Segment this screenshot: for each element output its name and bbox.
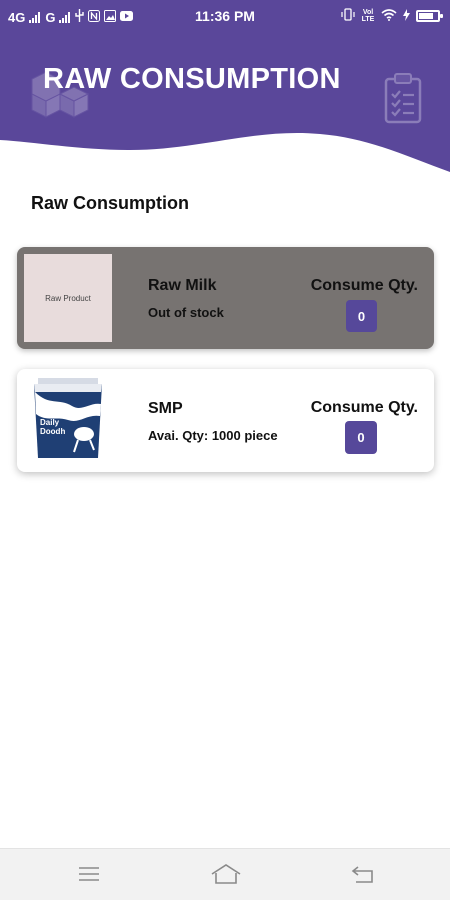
pack-brand-text: Daily Doodh xyxy=(40,418,66,436)
consume-qty-input[interactable]: 0 xyxy=(345,421,377,454)
clipboard-list-icon[interactable] xyxy=(383,72,423,129)
consume-qty-label: Consume Qty. xyxy=(310,399,418,416)
page-title: RAW CONSUMPTION xyxy=(43,63,341,95)
volte-label: Vol LTE xyxy=(361,9,375,23)
product-card-smp[interactable]: Daily Doodh SMP Avai. Qty: 1000 piece Co… xyxy=(17,369,434,472)
product-image-placeholder-text: Raw Product xyxy=(45,293,91,303)
charging-icon xyxy=(403,8,410,24)
system-nav-bar xyxy=(0,848,450,900)
section-title: Raw Consumption xyxy=(31,193,189,213)
product-image-daily-doodh: Daily Doodh xyxy=(24,376,112,464)
vibrate-icon xyxy=(341,8,355,24)
battery-icon xyxy=(416,10,443,22)
consume-qty-label: Consume Qty. xyxy=(310,277,418,294)
product-available-qty: Avai. Qty: 1000 piece xyxy=(148,428,278,443)
product-name: SMP xyxy=(148,400,183,417)
product-image-placeholder: Raw Product xyxy=(24,254,112,342)
back-icon[interactable] xyxy=(350,863,376,885)
status-bar: 4G G 11:36 PM Vol LTE xyxy=(0,0,450,34)
wifi-icon xyxy=(381,8,397,24)
product-stock-status: Out of stock xyxy=(148,305,224,320)
product-card-raw-milk[interactable]: Raw Product Raw Milk Out of stock Consum… xyxy=(17,247,434,349)
product-name: Raw Milk xyxy=(148,277,217,294)
home-icon[interactable] xyxy=(210,863,242,885)
consume-qty-input[interactable]: 0 xyxy=(346,300,377,332)
menu-icon[interactable] xyxy=(77,863,103,885)
